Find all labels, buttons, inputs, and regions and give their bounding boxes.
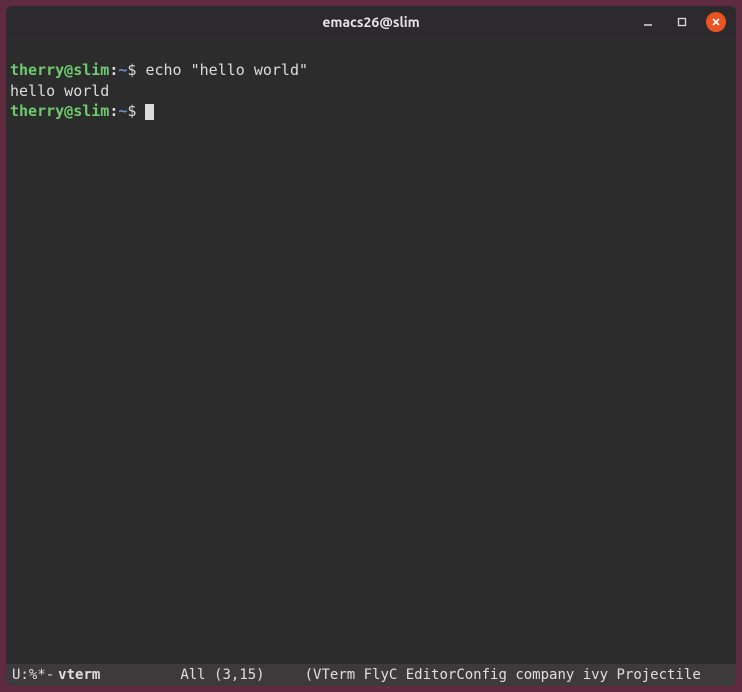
prompt-user-host: therry@slim [10, 61, 109, 79]
prompt-symbol: $ [127, 102, 136, 120]
terminal-area[interactable]: therry@slim:~$ echo "hello world" hello … [6, 38, 736, 664]
modeline-position: All (3,15) [180, 664, 264, 686]
prompt-line-1: therry@slim:~$ echo "hello world" [10, 61, 308, 79]
window-body: therry@slim:~$ echo "hello world" hello … [6, 38, 736, 686]
emacs-modeline[interactable]: U:%*- vterm All (3,15) (VTerm FlyC Edito… [6, 664, 736, 686]
command-text: echo "hello world" [145, 61, 308, 79]
cursor [145, 104, 154, 120]
scrollbar[interactable] [736, 40, 741, 691]
maximize-button[interactable] [672, 12, 692, 32]
output-line: hello world [10, 82, 109, 100]
modeline-modes: (VTerm FlyC EditorConfig company ivy Pro… [305, 664, 701, 686]
prompt-symbol: $ [127, 61, 136, 79]
prompt-user-host: therry@slim [10, 102, 109, 120]
titlebar[interactable]: emacs26@slim [6, 6, 736, 38]
close-button[interactable] [706, 12, 726, 32]
minimize-button[interactable] [638, 12, 658, 32]
window-controls [638, 12, 726, 32]
prompt-line-2: therry@slim:~$ [10, 102, 154, 120]
modeline-status: U:%*- [12, 664, 54, 686]
window-title: emacs26@slim [322, 14, 419, 30]
modeline-buffer-name: vterm [58, 664, 100, 686]
